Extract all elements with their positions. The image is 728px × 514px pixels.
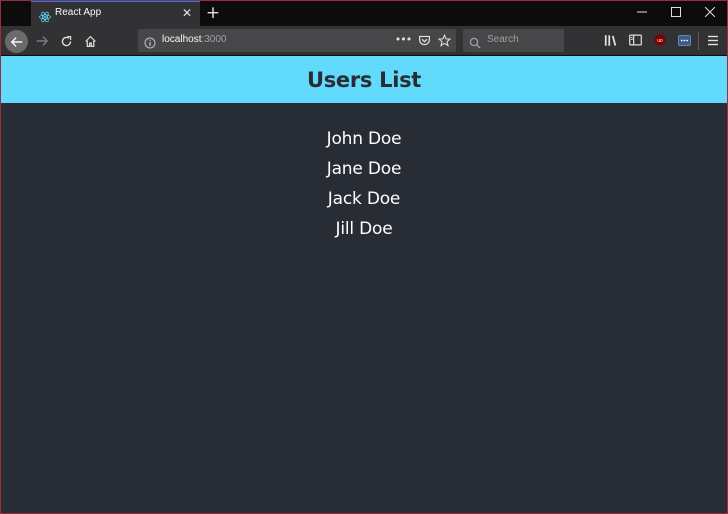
tab-title: React App [55, 7, 102, 18]
info-icon[interactable] [144, 34, 156, 49]
browser-window: React App ✕ + localhost:3000 ••• Search … [0, 0, 728, 514]
url-host: localhost [162, 34, 202, 45]
bookmark-star-icon[interactable] [436, 32, 452, 48]
arrow-left-icon [10, 36, 22, 47]
library-icon[interactable] [603, 32, 619, 48]
ublock-origin-icon[interactable]: uo [652, 32, 668, 48]
list-item: Jane Doe [326, 159, 402, 179]
toolbar-separator [698, 32, 699, 50]
arrow-right-icon [36, 36, 49, 46]
page-actions-icon[interactable]: ••• [395, 32, 412, 48]
url-port: :3000 [201, 34, 227, 45]
tab-react-app[interactable]: React App ✕ [31, 1, 200, 26]
tab-strip: React App ✕ + [1, 1, 727, 26]
extension-icon[interactable] [676, 32, 692, 48]
maximize-icon[interactable] [659, 1, 693, 26]
window-close-icon[interactable] [693, 1, 727, 26]
list-item: Jill Doe [335, 219, 393, 239]
url-bar[interactable]: localhost:3000 ••• [138, 29, 456, 52]
svg-text:uo: uo [657, 38, 663, 44]
react-logo-icon [39, 8, 51, 23]
reload-button[interactable] [54, 29, 78, 53]
reload-icon [61, 35, 71, 46]
url-text[interactable]: localhost:3000 [162, 34, 227, 45]
close-tab-icon[interactable]: ✕ [180, 6, 194, 20]
back-button[interactable] [5, 30, 28, 53]
sidebar-icon[interactable] [627, 32, 643, 48]
new-tab-icon[interactable]: + [204, 3, 222, 23]
home-icon [84, 35, 96, 47]
navigation-toolbar: localhost:3000 ••• Search uo [1, 26, 727, 56]
app-header: Users List [1, 56, 727, 103]
users-list: John Doe Jane Doe Jack Doe Jill Doe [1, 124, 727, 244]
page-title: Users List [306, 67, 422, 92]
home-button[interactable] [78, 29, 102, 53]
search-placeholder: Search [487, 34, 519, 45]
hamburger-menu-icon[interactable] [705, 32, 721, 48]
search-bar[interactable]: Search [463, 29, 564, 52]
search-icon [469, 34, 481, 49]
list-item: John Doe [326, 129, 402, 149]
forward-button[interactable] [30, 29, 54, 53]
page-content: Users List John Doe Jane Doe Jack Doe Ji… [1, 56, 727, 513]
list-item: Jack Doe [327, 189, 401, 209]
pocket-icon[interactable] [416, 32, 432, 48]
minimize-icon[interactable] [625, 1, 659, 26]
